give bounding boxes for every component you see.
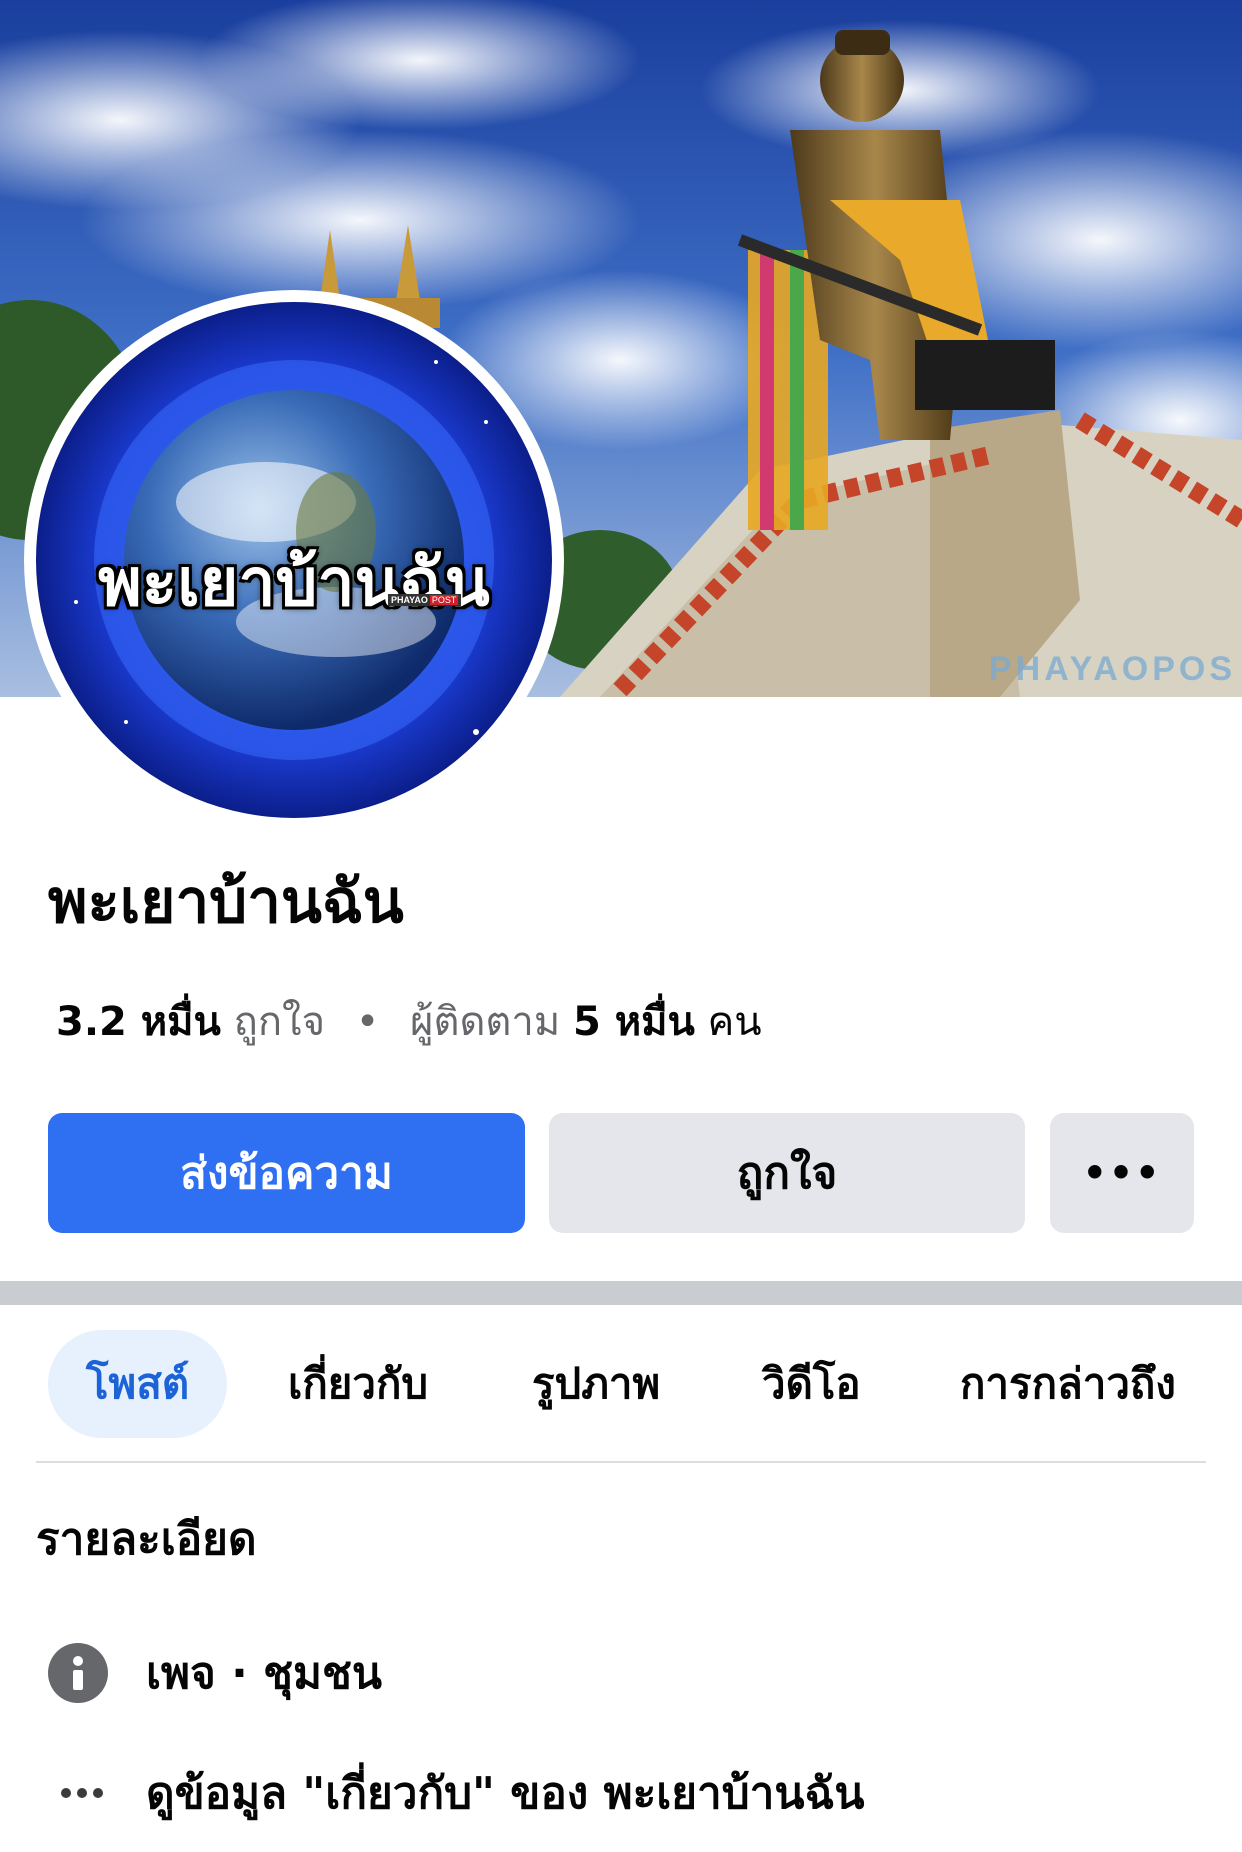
details-heading: รายละเอียด bbox=[36, 1514, 257, 1565]
tab-about[interactable]: เกี่ยวกับ bbox=[288, 1330, 428, 1438]
page-stats: 3.2 หมื่น ถูกใจ • ผู้ติดตาม 5 หมื่น คน bbox=[56, 1002, 762, 1042]
like-button[interactable]: ถูกใจ bbox=[549, 1113, 1025, 1233]
page-category-row: เพจ · ชุมชน bbox=[36, 1638, 382, 1708]
more-options-button[interactable]: ••• bbox=[1050, 1113, 1194, 1233]
cover-watermark: PHAYAOPOS bbox=[988, 650, 1236, 688]
more-dots-icon bbox=[40, 1788, 124, 1798]
tab-mentions[interactable]: การกล่าวถึง bbox=[960, 1330, 1176, 1438]
see-about-link[interactable]: ดูข้อมูล "เกี่ยวกับ" ของ พะเยาบ้านฉัน bbox=[146, 1758, 865, 1828]
info-icon bbox=[48, 1643, 108, 1703]
avatar-logo-text: พะเยาบ้านฉัน bbox=[98, 544, 490, 621]
page-category-text: เพจ · ชุมชน bbox=[146, 1648, 382, 1699]
followers-label[interactable]: ผู้ติดตาม bbox=[410, 999, 560, 1045]
followers-count[interactable]: 5 หมื่น bbox=[573, 999, 695, 1045]
avatar-badge: PHAYAO POST bbox=[388, 594, 462, 606]
profile-tabs: โพสต์ เกี่ยวกับ รูปภาพ วิดีโอ การกล่าวถึ… bbox=[36, 1330, 1206, 1438]
tab-videos[interactable]: วิดีโอ bbox=[762, 1330, 861, 1438]
likes-count[interactable]: 3.2 หมื่น bbox=[56, 999, 221, 1045]
profile-avatar[interactable]: พะเยาบ้านฉัน PHAYAO POST bbox=[24, 290, 564, 830]
see-about-row[interactable]: ดูข้อมูล "เกี่ยวกับ" ของ พะเยาบ้านฉัน bbox=[36, 1758, 865, 1828]
tab-posts[interactable]: โพสต์ bbox=[48, 1330, 228, 1438]
page-title: พะเยาบ้านฉัน bbox=[48, 867, 404, 937]
stats-separator: • bbox=[355, 999, 380, 1045]
section-divider bbox=[0, 1281, 1242, 1305]
followers-unit: คน bbox=[707, 999, 762, 1045]
send-message-button[interactable]: ส่งข้อความ bbox=[48, 1113, 525, 1233]
tabs-underline bbox=[36, 1461, 1206, 1463]
likes-label[interactable]: ถูกใจ bbox=[234, 999, 325, 1045]
tab-photos[interactable]: รูปภาพ bbox=[532, 1330, 660, 1438]
